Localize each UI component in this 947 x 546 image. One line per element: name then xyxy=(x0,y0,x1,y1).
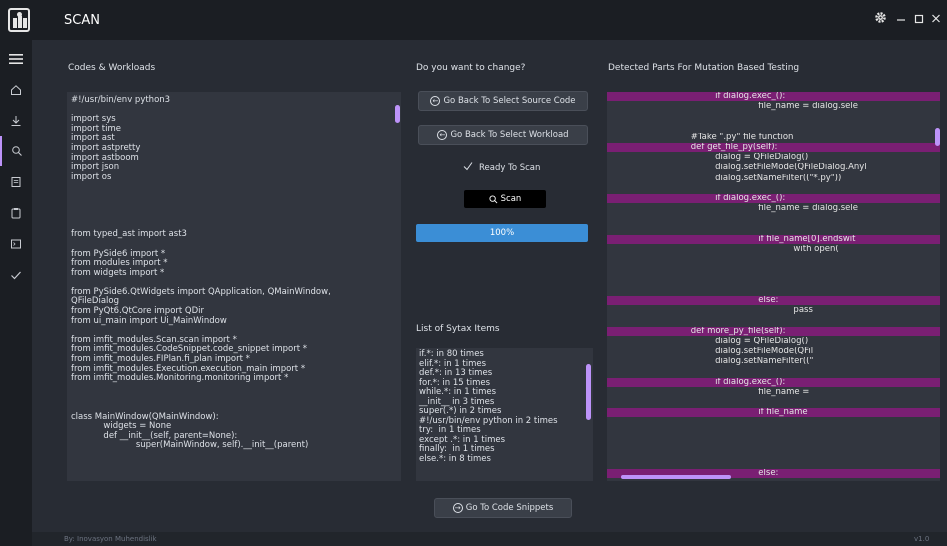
change-label: Do you want to change? xyxy=(416,63,526,73)
back-source-button[interactable]: ← Go Back To Select Source Code xyxy=(418,91,588,111)
code-line: file_name = dialog.sele xyxy=(607,204,859,214)
left-menu xyxy=(0,40,32,546)
highlighted-code-line: if file_name xyxy=(607,408,940,418)
detected-horizontal-scrollbar[interactable] xyxy=(621,475,731,479)
arrow-left-icon: ← xyxy=(430,96,441,106)
progress-bar: 100% xyxy=(416,224,588,242)
maximize-button[interactable] xyxy=(911,11,927,27)
highlighted-code-line: if dialog.exec_(): xyxy=(607,377,940,387)
code-line: dialog.setFileMode(QFileDialog.Anyl xyxy=(607,163,867,173)
document-icon[interactable] xyxy=(0,167,32,197)
code-line: pass xyxy=(607,306,813,316)
terminal-icon[interactable] xyxy=(0,229,32,259)
code-line: file_name = dialog.sele xyxy=(607,102,859,112)
credits-text: By: Inovasyon Muhendislik xyxy=(64,535,157,543)
code-line: dialog.setNameFilter(("*.py")) xyxy=(607,173,842,183)
detected-vertical-scrollbar[interactable] xyxy=(935,128,940,146)
toggle-menu-icon[interactable] xyxy=(0,44,32,74)
highlighted-code-line: if dialog.exec_(): xyxy=(607,92,940,101)
syntax-list[interactable]: if.*: in 80 times elif.*: in 1 times def… xyxy=(416,348,593,481)
syntax-label: List of Sytax Items xyxy=(416,324,500,334)
code-line: file_name = xyxy=(607,387,810,397)
highlighted-code-line: def more_py_file(self): xyxy=(607,326,940,336)
codes-label: Codes & Workloads xyxy=(68,63,156,73)
arrow-right-icon: → xyxy=(452,503,463,513)
check-icon[interactable] xyxy=(0,260,32,290)
detected-label: Detected Parts For Mutation Based Testin… xyxy=(608,63,800,73)
version-text: v1.0 xyxy=(914,535,930,543)
arrow-left-icon: ← xyxy=(437,130,448,140)
check-icon xyxy=(463,161,473,174)
code-line: with open( xyxy=(607,245,839,254)
home-icon[interactable] xyxy=(0,75,32,105)
progress-text: 100% xyxy=(489,228,515,238)
code-line: dialog.setNameFilter((" xyxy=(607,357,814,367)
code-text: #!/usr/bin/env python3 import sys import… xyxy=(71,95,331,451)
title-bar: SCAN xyxy=(0,0,947,40)
download-icon[interactable] xyxy=(0,106,32,136)
clipboard-icon[interactable] xyxy=(0,198,32,228)
close-button[interactable] xyxy=(928,11,944,27)
app-logo xyxy=(8,8,30,32)
syntax-scrollbar[interactable] xyxy=(586,364,591,420)
highlighted-code-line: if file_name[0].endswit xyxy=(607,234,940,244)
code-line: dialog.setFileMode(QFil xyxy=(607,347,814,356)
status-bar: By: Inovasyon Muhendislik v1.0 xyxy=(32,532,947,546)
highlighted-code-line: def get_file_py(self): xyxy=(607,143,940,152)
code-line: #Take ".py" file function xyxy=(607,132,794,142)
ready-checkbox[interactable]: Ready To Scan xyxy=(463,161,540,174)
code-scrollbar[interactable] xyxy=(395,105,400,123)
settings-icon[interactable] xyxy=(872,11,888,27)
back-workload-button[interactable]: ← Go Back To Select Workload xyxy=(418,125,588,145)
go-to-snippets-button[interactable]: → Go To Code Snippets xyxy=(434,498,572,518)
code-editor[interactable]: #!/usr/bin/env python3 import sys import… xyxy=(67,92,401,481)
syntax-text: if.*: in 80 times elif.*: in 1 times def… xyxy=(419,349,558,464)
window-title: SCAN xyxy=(64,13,100,28)
highlighted-code-line: if dialog.exec_(): xyxy=(607,194,940,203)
code-line: dialog = QFileDialog() xyxy=(607,153,809,163)
code-line: dialog = QFileDialog() xyxy=(607,336,809,346)
minimize-button[interactable] xyxy=(893,11,909,27)
highlighted-code-line: else: xyxy=(607,296,940,305)
detected-parts-panel[interactable]: if dialog.exec_(): file_name = dialog.se… xyxy=(607,92,940,481)
scan-button[interactable]: Scan xyxy=(464,190,546,208)
search-icon xyxy=(489,194,498,203)
search-icon[interactable] xyxy=(0,136,32,166)
